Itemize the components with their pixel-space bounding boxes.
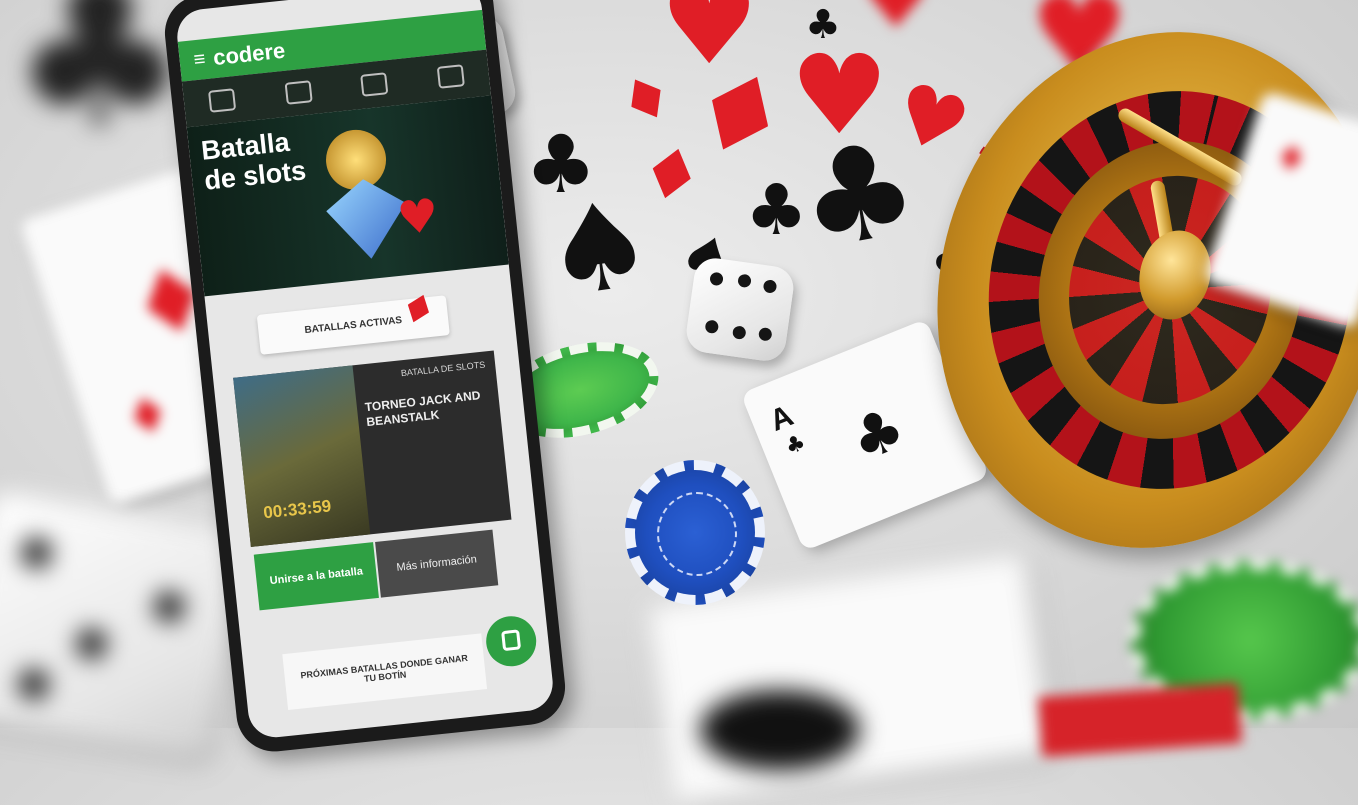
- battle-card[interactable]: 00:33:59 BATALLA DE SLOTS TORNEO JACK AN…: [233, 350, 512, 547]
- tournament-title: TORNEO JACK AND BEANSTALK: [364, 388, 482, 430]
- blurred-club-icon: ♣: [10, 0, 190, 171]
- heart-icon: ♥: [860, 0, 932, 40]
- diamond-icon: ♦: [117, 381, 179, 451]
- upcoming-battles-bar[interactable]: PRÓXIMAS BATALLAS DONDE GANAR TU BOTÍN: [282, 633, 488, 710]
- more-info-button[interactable]: Más información: [375, 529, 499, 598]
- live-icon[interactable]: [436, 64, 465, 89]
- club-icon: ♣: [840, 392, 915, 476]
- diamond-icon: ♦: [1269, 134, 1313, 184]
- card-tag: BATALLA DE SLOTS: [400, 359, 486, 379]
- blurred-die: [0, 489, 248, 761]
- banner-title: Batalla de slots: [199, 126, 308, 196]
- phone-icon[interactable]: [284, 80, 313, 105]
- slots-icon[interactable]: [360, 72, 389, 97]
- menu-icon[interactable]: ≡: [193, 48, 207, 72]
- club-icon: ♣: [787, 110, 929, 280]
- phone-screen: ≡ codere Batalla de slots ♥ BATALLAS ACT…: [174, 0, 556, 740]
- join-battle-button[interactable]: Unirse a la batalla: [253, 542, 379, 611]
- bag-icon: [501, 629, 522, 652]
- brand-logo: codere: [211, 37, 287, 71]
- blurred-chip: [700, 690, 860, 770]
- promo-banner[interactable]: Batalla de slots ♥: [186, 95, 509, 297]
- floating-action-button[interactable]: [483, 613, 539, 669]
- club-icon: ♣: [781, 429, 810, 461]
- heart-icon: ♥: [394, 187, 442, 246]
- casino-icon[interactable]: [208, 88, 237, 113]
- club-icon: ♣: [805, 2, 841, 48]
- die: [683, 255, 797, 364]
- blue-chip: [625, 460, 765, 605]
- countdown-timer: 00:33:59: [262, 496, 333, 523]
- blurred-red-shape: [1038, 683, 1242, 757]
- spade-icon: ♠: [535, 173, 662, 326]
- game-thumbnail: 00:33:59: [233, 365, 371, 547]
